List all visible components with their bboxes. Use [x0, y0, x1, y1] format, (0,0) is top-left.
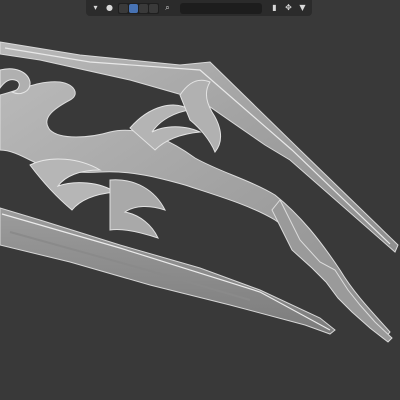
shading-rendered-icon[interactable] — [149, 3, 158, 13]
shading-wireframe-icon[interactable] — [119, 3, 128, 13]
3d-viewport[interactable]: ▾ ● ⌕ ▮ ✥ ▼ — [0, 0, 400, 400]
filter-icon[interactable]: ▼ — [297, 3, 308, 14]
flame-swirl-4 — [109, 179, 166, 239]
shading-solid-icon[interactable] — [129, 3, 138, 13]
left-scroll — [0, 68, 31, 95]
viewport-header: ▾ ● ⌕ ▮ ✥ ▼ — [86, 0, 312, 16]
bookmark-icon[interactable]: ▮ — [269, 3, 280, 14]
lower-blade-fuller — [9, 231, 251, 301]
search-input[interactable] — [180, 2, 262, 14]
visibility-icon[interactable]: ▾ — [90, 3, 101, 14]
blade-model[interactable] — [0, 0, 400, 400]
overlay-icon[interactable]: ● — [104, 3, 115, 14]
search-box — [180, 2, 262, 14]
shading-material-icon[interactable] — [139, 3, 148, 13]
shading-mode-group — [118, 2, 159, 14]
search-icon: ⌕ — [165, 3, 170, 12]
move-icon[interactable]: ✥ — [283, 3, 294, 14]
